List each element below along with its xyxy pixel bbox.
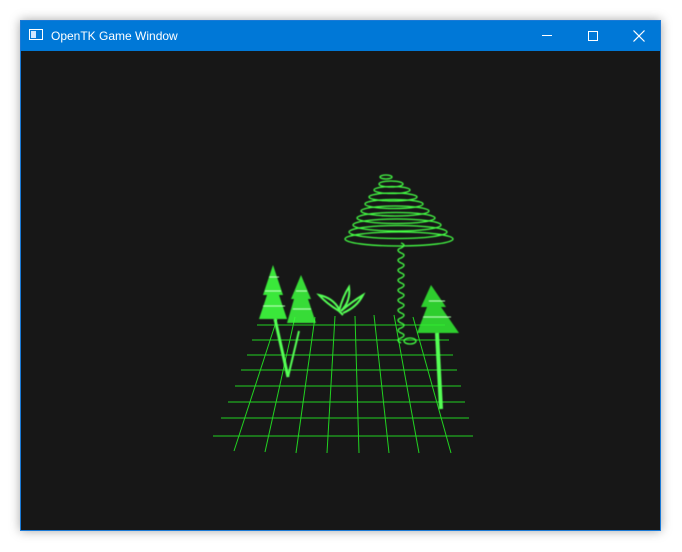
scene-canvas [213,174,473,454]
maximize-button[interactable] [570,21,616,51]
sprout [316,284,366,316]
minimize-button[interactable] [524,21,570,51]
tree-mid [287,275,316,323]
app-window-icon [29,29,43,40]
render-viewport[interactable] [21,51,660,530]
maximize-icon [588,31,598,41]
window-title: OpenTK Game Window [51,29,178,43]
game-window: OpenTK Game Window [20,20,661,531]
close-icon [633,30,645,42]
minimize-icon [542,35,552,36]
title-bar[interactable]: OpenTK Game Window [21,21,660,51]
grid-floor [213,314,473,454]
tree-right [417,285,459,410]
close-button[interactable] [616,21,662,51]
